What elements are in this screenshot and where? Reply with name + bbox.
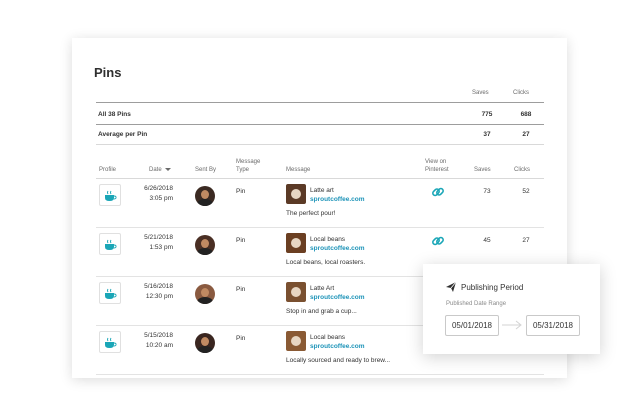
coffee-cup-icon xyxy=(105,288,117,299)
summary-row-total: All 38 Pins 775 688 xyxy=(96,104,544,124)
column-header-date-label: Date xyxy=(149,167,162,173)
pin-title: Local beans xyxy=(310,334,346,341)
pin-saves: 45 xyxy=(483,237,491,244)
divider xyxy=(96,374,544,375)
divider xyxy=(96,144,544,145)
pin-date-time: 1:53 pm xyxy=(149,244,174,251)
summary-label: All 38 Pins xyxy=(98,111,131,118)
pin-message: The perfect pour! xyxy=(286,210,336,217)
pin-date-day: 5/16/2018 xyxy=(144,283,173,290)
pin-clicks: 52 xyxy=(522,188,530,195)
pin-date: 5/16/2018 12:30 pm xyxy=(140,282,173,302)
pin-title: Latte Art xyxy=(310,285,335,292)
column-header-message-type-line: Message xyxy=(236,159,261,165)
column-header-message: Message xyxy=(286,167,311,173)
page-title: Pins xyxy=(94,65,122,80)
avatar xyxy=(195,186,215,206)
column-header-saves: Saves xyxy=(474,167,491,173)
divider xyxy=(96,102,544,103)
summary-clicks-header: Clicks xyxy=(513,90,529,96)
message-type: Pin xyxy=(236,286,246,293)
message-type: Pin xyxy=(236,335,246,342)
paper-plane-icon xyxy=(446,281,457,292)
profile-avatar[interactable] xyxy=(99,184,121,206)
column-header-view-on-pinterest: View on Pinterest xyxy=(425,158,449,174)
pin-date-day: 6/26/2018 xyxy=(144,185,173,192)
pin-message: Locally sourced and ready to brew... xyxy=(286,357,391,364)
caret-down-icon xyxy=(165,167,172,171)
pin-message: Stop in and grab a cup... xyxy=(286,308,357,315)
profile-avatar[interactable] xyxy=(99,233,121,255)
pin-link[interactable]: sproutcoffee.com xyxy=(310,196,365,203)
publishing-period-popup: Publishing Period Published Date Range 0… xyxy=(423,264,600,354)
pin-link[interactable]: sproutcoffee.com xyxy=(310,294,365,301)
column-header-message-type: Message Type xyxy=(236,158,260,174)
avatar xyxy=(195,235,215,255)
column-header-message-type-line: Type xyxy=(236,167,250,173)
column-header-sent-by: Sent By xyxy=(195,167,217,173)
pin-clicks: 27 xyxy=(522,237,530,244)
profile-avatar[interactable] xyxy=(99,282,121,304)
pin-link[interactable]: sproutcoffee.com xyxy=(310,343,365,350)
coffee-cup-icon xyxy=(105,190,117,201)
avatar xyxy=(195,284,215,304)
arrow-right-icon xyxy=(502,320,522,330)
column-header-view-line: View on xyxy=(425,159,447,165)
popup-title: Publishing Period xyxy=(461,283,524,292)
pin-date-time: 12:30 pm xyxy=(145,293,173,300)
pin-saves: 73 xyxy=(483,188,491,195)
column-header-view-line: Pinterest xyxy=(425,167,449,173)
pin-link[interactable]: sproutcoffee.com xyxy=(310,245,365,252)
summary-saves: 775 xyxy=(481,111,493,118)
column-header-date[interactable]: Date xyxy=(149,166,172,174)
pin-message: Local beans, local roasters. xyxy=(286,259,366,266)
table-row[interactable]: 6/26/2018 3:05 pm Pin Latte art sproutcoffee… xyxy=(96,179,544,228)
summary-row-average: Average per Pin 37 27 xyxy=(96,124,544,144)
pin-thumbnail[interactable] xyxy=(286,233,306,253)
column-header-profile: Profile xyxy=(99,167,117,173)
pin-date: 5/15/2018 10:20 am xyxy=(140,331,173,351)
summary-saves-header: Saves xyxy=(472,90,489,96)
column-header-clicks: Clicks xyxy=(514,167,530,173)
message-type: Pin xyxy=(236,237,246,244)
pin-date-time: 10:20 am xyxy=(145,342,173,349)
link-chain-icon[interactable] xyxy=(431,234,445,248)
summary-saves: 37 xyxy=(483,131,491,138)
pin-date-day: 5/15/2018 xyxy=(144,332,173,339)
pin-date-day: 5/21/2018 xyxy=(144,234,173,241)
profile-avatar[interactable] xyxy=(99,331,121,353)
pin-title: Local beans xyxy=(310,236,346,243)
start-date-input[interactable]: 05/01/2018 xyxy=(445,315,499,336)
summary-clicks: 27 xyxy=(522,131,530,138)
message-type: Pin xyxy=(236,188,246,195)
link-chain-icon[interactable] xyxy=(431,185,445,199)
pin-date-time: 3:05 pm xyxy=(149,195,174,202)
pin-thumbnail[interactable] xyxy=(286,331,306,351)
avatar xyxy=(195,333,215,353)
pin-date: 5/21/2018 1:53 pm xyxy=(140,233,173,253)
pin-title: Latte art xyxy=(310,187,334,194)
coffee-cup-icon xyxy=(105,337,117,348)
end-date-input[interactable]: 05/31/2018 xyxy=(526,315,580,336)
pin-thumbnail[interactable] xyxy=(286,184,306,204)
coffee-cup-icon xyxy=(105,239,117,250)
date-range-label: Published Date Range xyxy=(446,301,507,307)
summary-label: Average per Pin xyxy=(98,131,148,138)
pin-date: 6/26/2018 3:05 pm xyxy=(140,184,173,204)
summary-clicks: 688 xyxy=(520,111,532,118)
pin-thumbnail[interactable] xyxy=(286,282,306,302)
